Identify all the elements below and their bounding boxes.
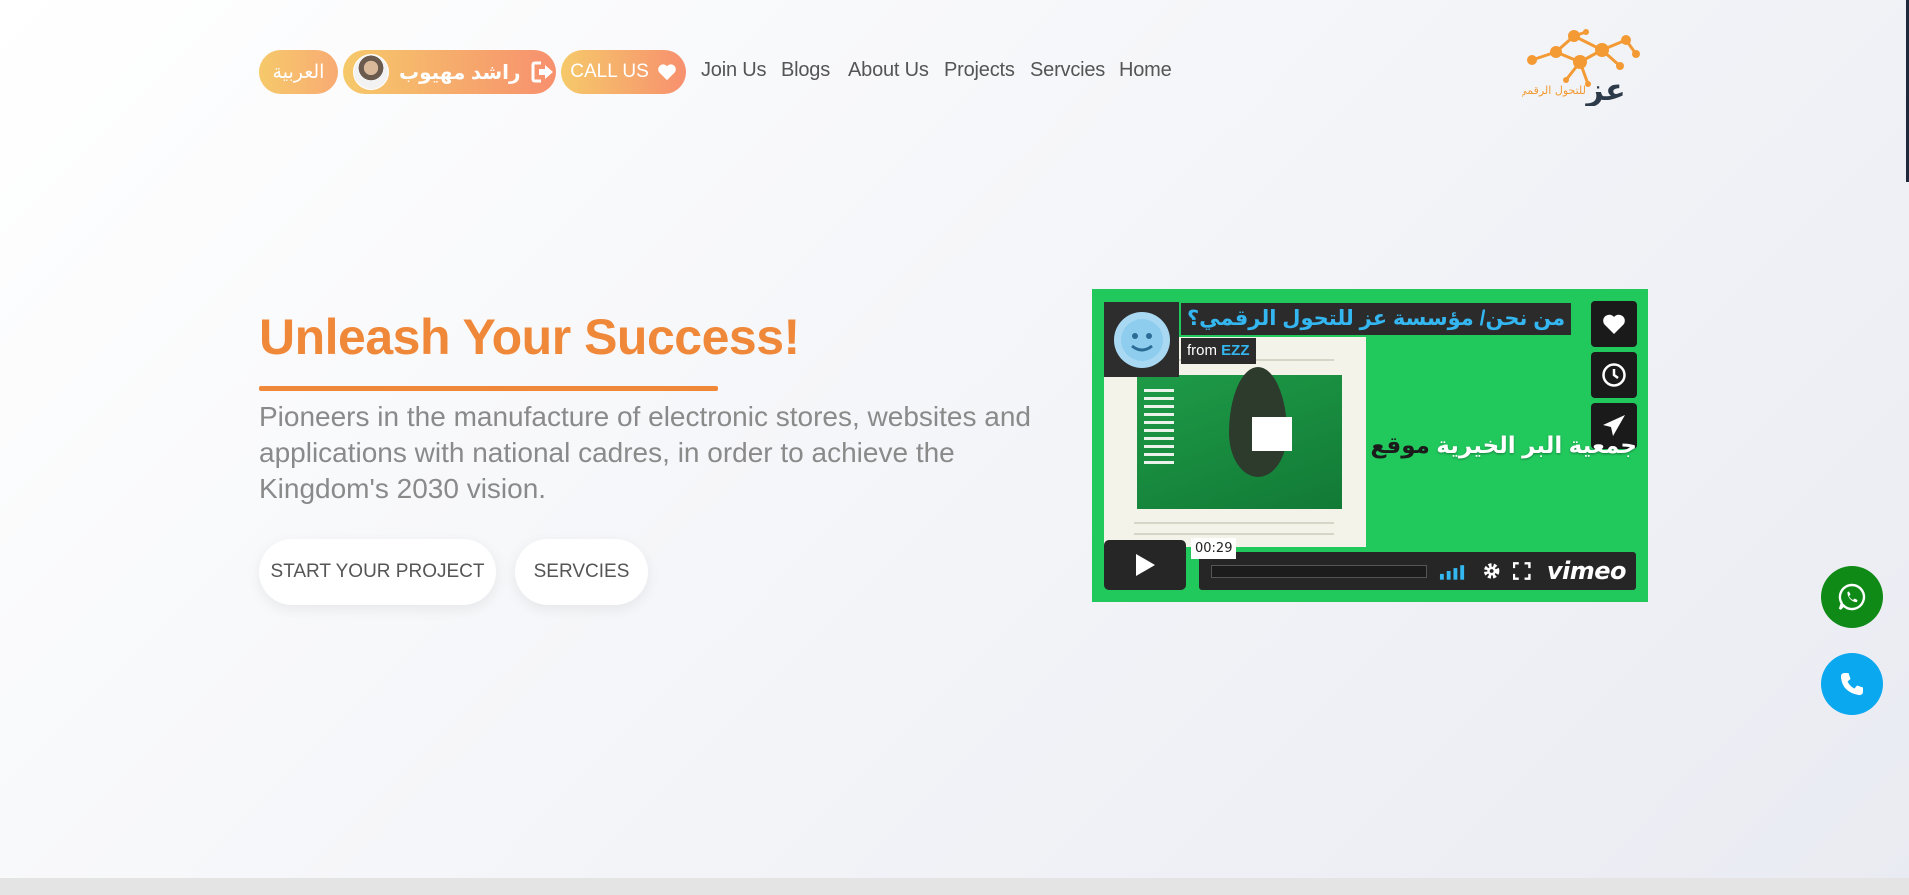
play-button[interactable] — [1104, 540, 1186, 590]
start-your-project-button[interactable]: START YOUR PROJECT — [259, 539, 496, 605]
nav-link-blogs[interactable]: Blogs — [781, 59, 830, 82]
avatar — [353, 54, 389, 90]
play-icon — [1136, 554, 1155, 576]
video-caption-main: جمعية البر الخيرية — [1436, 432, 1637, 458]
nav-link-join-us[interactable]: Join Us — [701, 59, 766, 82]
video-controls-bar: vimeo — [1199, 552, 1636, 590]
hero-title: Unleash Your Success! — [259, 309, 800, 365]
call-us-button[interactable]: CALL US — [561, 50, 686, 94]
language-switch-button[interactable]: العربية — [259, 50, 338, 94]
video-author[interactable]: from EZZ — [1181, 338, 1256, 364]
phone-call-button[interactable] — [1821, 653, 1883, 715]
footer-strip — [0, 878, 1909, 895]
services-button[interactable]: SERVCIES — [515, 539, 648, 605]
vimeo-logo[interactable]: vimeo — [1547, 557, 1627, 585]
call-us-label: CALL US — [570, 61, 649, 82]
heart-icon — [657, 64, 676, 81]
hero-title-underline — [259, 386, 718, 391]
fullscreen-icon[interactable] — [1513, 562, 1531, 580]
watch-later-button[interactable] — [1591, 352, 1637, 398]
hero-description: Pioneers in the manufacture of electroni… — [259, 401, 1031, 504]
video-author-name[interactable]: EZZ — [1221, 342, 1249, 359]
user-name: راشد مهيوب — [399, 61, 521, 84]
video-progress-bar[interactable] — [1211, 564, 1428, 578]
like-button[interactable] — [1591, 301, 1637, 347]
phone-icon — [1840, 673, 1863, 696]
video-author-prefix: from — [1187, 342, 1217, 359]
smiley-avatar-icon — [1113, 311, 1170, 368]
logout-icon — [531, 61, 553, 83]
nav-link-about-us[interactable]: About Us — [848, 59, 929, 82]
user-menu-button[interactable]: راشد مهيوب — [343, 50, 556, 94]
clock-icon — [1602, 363, 1626, 387]
channel-avatar[interactable] — [1104, 302, 1179, 377]
heart-icon — [1603, 314, 1625, 334]
settings-gear-icon[interactable] — [1482, 561, 1501, 581]
video-caption-prefix: موقع — [1370, 432, 1430, 458]
nav-link-home[interactable]: Home — [1119, 59, 1172, 82]
video-caption: جمعية البر الخيرية موقع — [1370, 432, 1637, 459]
video-title[interactable]: من نحن/ مؤسسة عز للتحول الرقمي؟ — [1181, 303, 1572, 335]
nav-link-projects[interactable]: Projects — [944, 59, 1015, 82]
video-duration: 00:29 — [1191, 538, 1237, 559]
volume-icon[interactable] — [1439, 562, 1470, 580]
whatsapp-icon — [1838, 583, 1866, 611]
video-player[interactable]: من نحن/ مؤسسة عز للتحول الرقمي؟ from EZZ… — [1092, 289, 1648, 602]
whatsapp-button[interactable] — [1821, 566, 1883, 628]
nav-link-services[interactable]: Servcies — [1030, 59, 1105, 82]
